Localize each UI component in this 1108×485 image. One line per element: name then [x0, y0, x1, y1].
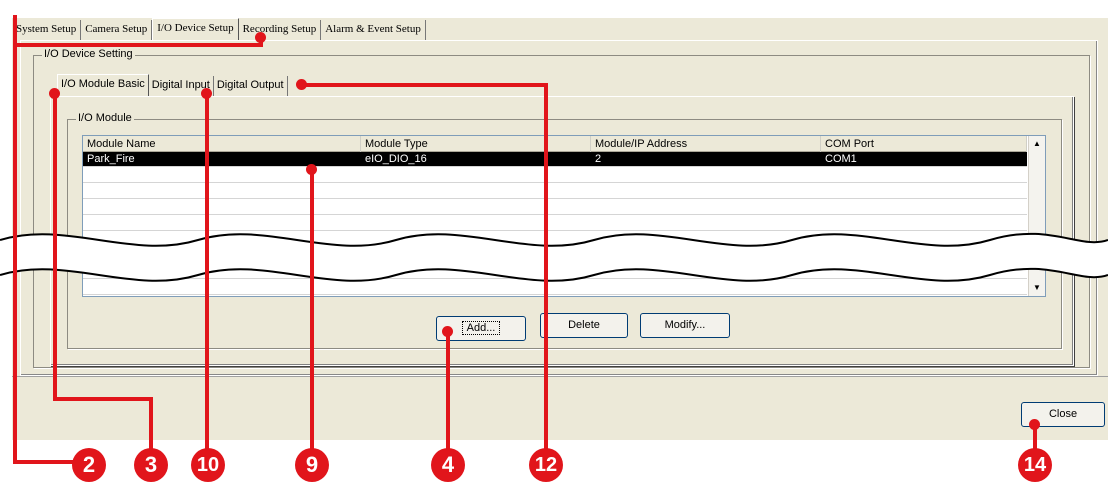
cell-module-name: Park_Fire — [87, 153, 135, 165]
callout-line-3-drop — [149, 397, 153, 451]
column-module-ip-address[interactable]: Module/IP Address — [591, 136, 821, 152]
callout-marker-12: 12 — [529, 448, 563, 482]
cell-module-ip-address: 2 — [595, 153, 602, 165]
callout-line-12-vertical — [544, 83, 548, 450]
callout-marker-3: 3 — [134, 448, 168, 482]
column-com-port[interactable]: COM Port — [821, 136, 1027, 152]
sub-tab-bar: I/O Module Basic Digital Input Digital O… — [57, 74, 288, 96]
bottom-divider — [12, 376, 1108, 388]
callout-line-3-horizontal — [53, 397, 153, 401]
close-button-label: Close — [1048, 408, 1078, 420]
tab-io-module-basic[interactable]: I/O Module Basic — [57, 74, 149, 96]
scroll-up-arrow-icon[interactable]: ▲ — [1029, 136, 1045, 152]
modify-button-label: Modify... — [664, 319, 706, 331]
callout-anchor-3 — [49, 88, 60, 99]
column-module-name[interactable]: Module Name — [83, 136, 361, 152]
callout-line-4 — [446, 334, 450, 450]
column-module-type[interactable]: Module Type — [361, 136, 591, 152]
main-tab-bar: System Setup Camera Setup I/O Device Set… — [12, 18, 426, 40]
io-device-setting-label: I/O Device Setting — [42, 48, 135, 60]
callout-line-3-vertical — [53, 95, 57, 401]
table-row-empty[interactable] — [83, 200, 1027, 215]
cell-module-type: eIO_DIO_16 — [365, 153, 427, 165]
callout-line-9 — [310, 172, 314, 450]
tab-alarm-event-setup[interactable]: Alarm & Event Setup — [321, 20, 426, 40]
table-row-empty[interactable] — [83, 184, 1027, 199]
callout-anchor-10 — [201, 88, 212, 99]
cell-com-port: COM1 — [825, 153, 857, 165]
callout-anchor-14 — [1029, 419, 1040, 430]
top-strip — [12, 0, 1108, 18]
list-header: Module Name Module Type Module/IP Addres… — [83, 136, 1027, 152]
callout-line-2-top — [13, 43, 263, 47]
tab-digital-output[interactable]: Digital Output — [214, 76, 288, 96]
tab-camera-setup[interactable]: Camera Setup — [81, 20, 153, 40]
io-module-label: I/O Module — [76, 112, 134, 124]
callout-anchor-2 — [255, 32, 266, 43]
callout-marker-10: 10 — [191, 448, 225, 482]
table-row-empty[interactable] — [83, 168, 1027, 183]
add-button-label: Add... — [461, 321, 501, 335]
callout-anchor-12 — [296, 79, 307, 90]
callout-anchor-9 — [306, 164, 317, 175]
torn-break-wave — [0, 232, 1108, 282]
tab-system-setup[interactable]: System Setup — [12, 20, 82, 40]
table-row[interactable]: Park_Fire eIO_DIO_16 2 COM1 — [83, 152, 1027, 167]
callout-marker-14: 14 — [1018, 448, 1052, 482]
callout-line-2-left — [13, 15, 17, 463]
callout-anchor-4 — [442, 326, 453, 337]
callout-marker-9: 9 — [295, 448, 329, 482]
callout-line-10 — [205, 95, 209, 450]
tab-io-device-setup[interactable]: I/O Device Setup — [152, 18, 239, 40]
callout-marker-4: 4 — [431, 448, 465, 482]
delete-button-label: Delete — [568, 319, 600, 331]
callout-line-12-horizontal — [300, 83, 548, 87]
delete-button[interactable]: Delete — [540, 313, 628, 338]
modify-button[interactable]: Modify... — [640, 313, 730, 338]
tab-recording-setup[interactable]: Recording Setup — [239, 20, 322, 40]
callout-marker-2: 2 — [72, 448, 106, 482]
